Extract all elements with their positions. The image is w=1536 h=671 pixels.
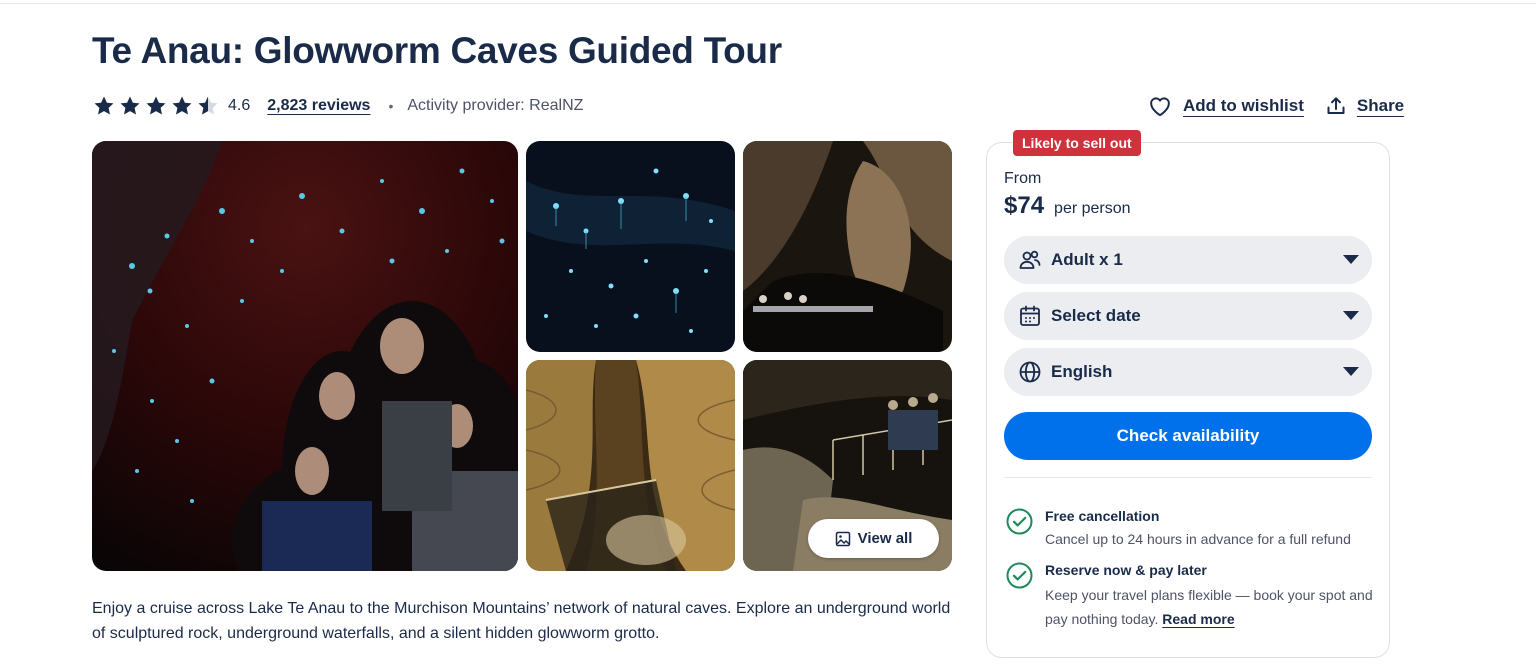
share-label: Share	[1356, 96, 1405, 115]
caret-down-icon	[1343, 311, 1359, 320]
heart-icon	[1150, 97, 1170, 117]
price-from-label: From	[1004, 170, 1042, 187]
check-circle-icon	[1006, 562, 1033, 589]
view-all-label: View all	[857, 530, 913, 547]
date-value: Select date	[1051, 306, 1141, 325]
participants-selector[interactable]: Adult x 1	[1004, 236, 1372, 284]
star-icon	[94, 96, 114, 115]
rating-stars	[92, 94, 220, 118]
view-all-photos-button[interactable]: View all	[808, 519, 939, 558]
globe-icon	[1018, 360, 1042, 384]
participants-value: Adult x 1	[1051, 250, 1123, 269]
star-icon	[172, 96, 192, 115]
benefit-title: Free cancellation	[1045, 508, 1160, 524]
price-row: $74 per person	[1004, 192, 1131, 220]
benefit-description: Cancel up to 24 hours in advance for a f…	[1045, 531, 1351, 547]
meta-separator: •	[388, 98, 394, 114]
activity-provider: Activity provider: RealNZ	[407, 97, 584, 114]
gallery-photo-3[interactable]	[743, 141, 952, 352]
activity-meta: 4.6 2,823 reviews • Activity provider: R…	[92, 92, 583, 120]
price-unit: per person	[1054, 200, 1131, 217]
star-icon	[120, 96, 140, 115]
header-actions: Add to wishlist Share	[1148, 92, 1404, 120]
caret-down-icon	[1343, 255, 1359, 264]
benefit-description: Keep your travel plans flexible — book y…	[1045, 583, 1380, 631]
language-value: English	[1051, 362, 1113, 381]
add-to-wishlist-label: Add to wishlist	[1183, 96, 1304, 115]
rating-value: 4.6	[228, 97, 251, 114]
reviews-link[interactable]: 2,823 reviews	[267, 97, 370, 115]
likely-to-sell-out-badge: Likely to sell out	[1013, 130, 1141, 156]
gallery-photo-2[interactable]	[526, 141, 735, 352]
date-selector[interactable]: Select date	[1004, 292, 1372, 340]
image-icon	[835, 531, 850, 546]
star-icon	[146, 96, 166, 115]
booking-divider	[1004, 477, 1372, 478]
calendar-icon	[1018, 304, 1042, 328]
share-button[interactable]: Share	[1326, 96, 1404, 116]
page-title: Te Anau: Glowworm Caves Guided Tour	[92, 30, 782, 71]
language-selector[interactable]: English	[1004, 348, 1372, 396]
check-availability-button[interactable]: Check availability	[1004, 412, 1372, 460]
gallery-photo-main[interactable]	[92, 141, 518, 571]
check-circle-icon	[1006, 508, 1033, 535]
add-to-wishlist-button[interactable]: Add to wishlist	[1148, 95, 1304, 117]
share-icon	[1327, 97, 1345, 114]
benefit-title: Reserve now & pay later	[1045, 562, 1207, 578]
half-star-icon	[198, 96, 218, 115]
read-more-link[interactable]: Read more	[1162, 611, 1234, 627]
caret-down-icon	[1343, 367, 1359, 376]
people-icon	[1018, 248, 1042, 272]
gallery-photo-4[interactable]	[526, 360, 735, 571]
activity-description: Enjoy a cruise across Lake Te Anau to th…	[92, 600, 951, 642]
top-divider	[0, 0, 1536, 4]
price-value: $74	[1004, 192, 1045, 219]
